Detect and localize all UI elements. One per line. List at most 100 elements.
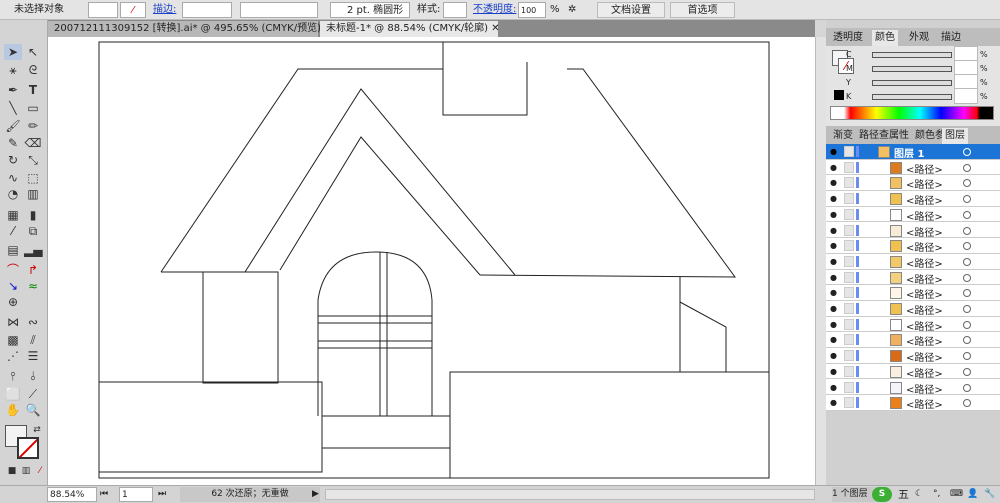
lock-toggle[interactable] — [844, 365, 854, 377]
keyboard-icon[interactable]: ⌨ — [950, 487, 963, 502]
tab-document-1[interactable]: 200712111309152 [转换].ai* @ 495.65% (CMYK… — [48, 21, 333, 37]
stroke-swatch[interactable]: ⁄ — [120, 2, 146, 18]
target-icon[interactable] — [963, 289, 971, 298]
eye-icon[interactable]: ● — [830, 194, 837, 203]
eraser-icon[interactable]: ⌫ — [24, 135, 42, 151]
eye-icon[interactable]: ● — [830, 304, 837, 313]
layer-row[interactable]: ● 图层 1 — [826, 144, 1000, 160]
k-slider[interactable] — [872, 94, 952, 100]
line-tool-icon[interactable]: ╲ — [4, 100, 22, 116]
convert-anchor-icon[interactable]: ↱ — [24, 262, 42, 278]
m-slider[interactable] — [872, 66, 952, 72]
eye-icon[interactable]: ● — [830, 226, 837, 235]
path-row[interactable]: ● <路径> — [826, 332, 1000, 348]
path-row[interactable]: ● <路径> — [826, 285, 1000, 301]
eye-icon[interactable]: ● — [830, 383, 837, 392]
graph-tool-icon[interactable]: ▂▄ — [24, 242, 42, 258]
perspective-grid-icon[interactable]: ▥ — [24, 186, 42, 202]
target-icon[interactable] — [963, 383, 971, 392]
opacity-input[interactable]: 100 — [518, 2, 546, 18]
column-graph-icon[interactable]: ▩ — [4, 332, 22, 348]
horizontal-scrollbar[interactable] — [325, 489, 815, 500]
path-row[interactable]: ● <路径> — [826, 159, 1000, 176]
lock-toggle[interactable] — [844, 161, 854, 173]
path-row[interactable]: ● <路径> — [826, 379, 1000, 396]
eye-icon[interactable]: ● — [830, 320, 837, 329]
blend-tool-icon[interactable]: ⧉ — [24, 223, 42, 239]
ime-logo-icon[interactable]: S — [872, 487, 892, 502]
eye-icon[interactable]: ● — [830, 335, 837, 344]
eye-icon[interactable]: ● — [830, 257, 837, 266]
target-icon[interactable] — [963, 336, 971, 345]
path-row[interactable]: ● <路径> — [826, 191, 1000, 207]
lock-toggle[interactable] — [844, 318, 854, 330]
tab-gradient[interactable]: 渐变 — [830, 128, 856, 144]
variable-width-select[interactable] — [240, 2, 318, 18]
target-icon[interactable] — [963, 195, 971, 204]
status-menu-icon[interactable]: ▶ — [312, 487, 319, 502]
stroke-weight-input[interactable] — [182, 2, 232, 18]
target-icon[interactable] — [963, 305, 971, 313]
symbol-sprayer-icon[interactable]: ▤ — [4, 242, 22, 258]
path-row[interactable]: ● <路径> — [826, 395, 1000, 411]
eye-icon[interactable]: ● — [830, 163, 837, 172]
delete-anchor-icon[interactable]: ↘ — [4, 278, 22, 294]
type-tool-icon[interactable]: T — [24, 82, 42, 98]
zoom-select[interactable]: 88.54% — [47, 487, 97, 502]
live-paint-select-icon[interactable]: ⫰ — [24, 368, 42, 384]
lock-toggle[interactable] — [844, 350, 854, 362]
lock-toggle[interactable] — [844, 208, 854, 220]
artboard-tool-icon[interactable]: ⬜ — [4, 386, 22, 402]
lasso-icon[interactable]: ᘓ — [24, 62, 42, 78]
paintbrush-icon[interactable]: 🖌 — [4, 118, 22, 134]
wave-icon[interactable]: ∾ — [24, 314, 42, 330]
swap-colors-icon[interactable]: ⇄ — [28, 422, 46, 438]
none-mode-icon[interactable]: ⁄ — [31, 463, 49, 479]
tab-document-2[interactable]: 未标题-1* @ 88.54% (CMYK/轮廓) ✕ — [320, 21, 500, 37]
zoom-tool-icon[interactable]: 🔍 — [24, 402, 42, 418]
eye-icon[interactable]: ● — [830, 351, 837, 360]
lock-toggle[interactable] — [844, 271, 854, 283]
black-swatch[interactable] — [834, 90, 844, 100]
direct-selection-tool-icon[interactable]: ↖ — [24, 44, 42, 60]
path-row[interactable]: ● <路径> — [826, 363, 1000, 380]
rectangle-tool-icon[interactable]: ▭ — [24, 100, 42, 116]
shape-builder-icon[interactable]: ◔ — [4, 186, 22, 202]
style-select[interactable] — [443, 2, 467, 18]
lock-toggle[interactable] — [844, 303, 854, 314]
target-icon[interactable] — [963, 179, 971, 188]
wrench-icon[interactable]: 🔧 — [984, 487, 995, 502]
target-icon[interactable] — [963, 163, 971, 172]
lock-toggle[interactable] — [844, 381, 854, 393]
target-icon[interactable] — [963, 148, 971, 156]
eye-icon[interactable]: ● — [830, 210, 837, 219]
brush-profile-select[interactable]: 2 pt. 椭圆形 — [330, 2, 410, 18]
list-icon[interactable]: ☰ — [24, 348, 42, 364]
target-icon[interactable] — [963, 226, 971, 235]
eye-icon[interactable]: ● — [830, 178, 837, 187]
close-icon[interactable]: ✕ — [491, 23, 499, 34]
punctuation-icon[interactable]: °, — [933, 487, 940, 502]
live-paint-icon[interactable]: ⫯ — [4, 368, 22, 384]
fill-swatch[interactable] — [88, 2, 118, 18]
slice-icon[interactable]: ⫽ — [24, 332, 42, 348]
path-row[interactable]: ● <路径> — [826, 238, 1000, 254]
tab-attributes[interactable]: 属性 — [886, 128, 912, 144]
selection-tool-icon[interactable]: ➤ — [4, 44, 22, 60]
first-page-icon[interactable]: ⏮ — [100, 487, 108, 502]
target-icon[interactable] — [963, 210, 971, 219]
rotate-tool-icon[interactable]: ↻ — [4, 152, 22, 168]
path-row[interactable]: ● <路径> — [826, 301, 1000, 317]
next-page-icon[interactable]: ⏭ — [158, 487, 166, 502]
path-row[interactable]: ● <路径> — [826, 316, 1000, 333]
lock-toggle[interactable] — [844, 255, 854, 267]
tab-appearance[interactable]: 外观 — [906, 30, 932, 46]
path-row[interactable]: ● <路径> — [826, 348, 1000, 364]
eye-icon[interactable]: ● — [830, 288, 837, 297]
lock-toggle[interactable] — [844, 193, 854, 205]
stroke-color-box[interactable] — [17, 437, 39, 459]
eye-icon[interactable]: ● — [830, 367, 837, 376]
document-setup-button[interactable]: 文档设置 — [597, 2, 665, 18]
user-icon[interactable]: 👤 — [967, 487, 978, 502]
path-row[interactable]: ● <路径> — [826, 206, 1000, 223]
